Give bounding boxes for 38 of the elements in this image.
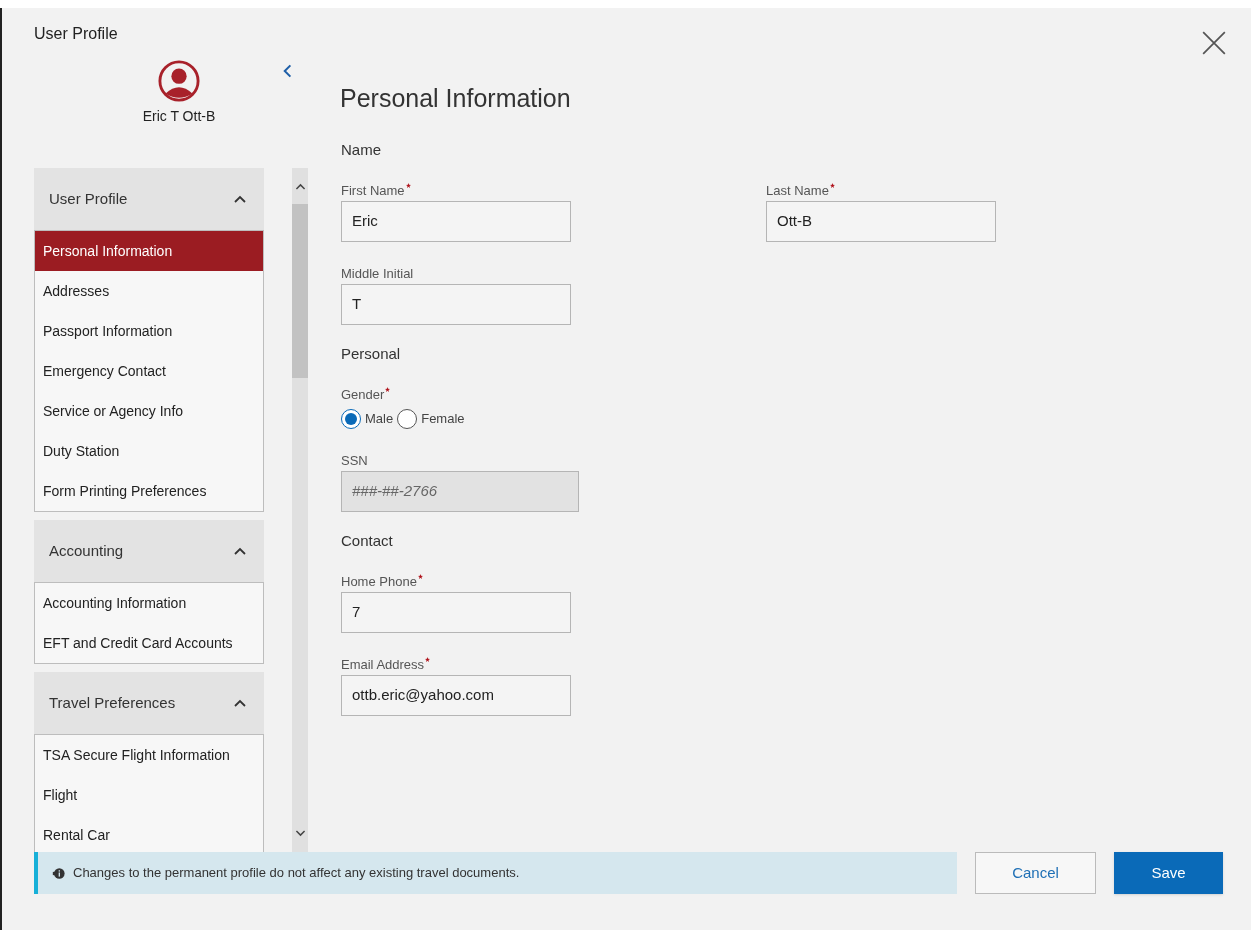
save-button[interactable]: Save: [1114, 852, 1223, 894]
sidebar-item[interactable]: Form Printing Preferences: [35, 471, 263, 511]
group-heading: Contact: [341, 530, 394, 551]
field-label: SSN: [341, 452, 368, 470]
sidebar-item[interactable]: Personal Information: [35, 231, 263, 271]
sidebar-item[interactable]: Service or Agency Info: [35, 391, 263, 431]
sidebar-item[interactable]: TSA Secure Flight Information: [35, 735, 263, 775]
input-field[interactable]: T: [341, 284, 571, 325]
sidebar-item[interactable]: Passport Information: [35, 311, 263, 351]
info-message: Changes to the permanent profile do not affect any existing travel documents.: [73, 864, 520, 883]
field-label: Middle Initial: [341, 265, 414, 283]
input-field[interactable]: 7: [341, 592, 571, 633]
sidebar-item[interactable]: EFT and Credit Card Accounts: [35, 623, 263, 663]
sidebar-item[interactable]: Accounting Information: [35, 583, 263, 623]
user-name: Eric T Ott-B: [142, 107, 216, 126]
section-header[interactable]: User Profile: [34, 168, 264, 230]
input-field[interactable]: Eric: [341, 201, 571, 242]
sidebar-item[interactable]: Emergency Contact: [35, 351, 263, 391]
sidebar-item[interactable]: Addresses: [35, 271, 263, 311]
sidebar-item[interactable]: Rental Car: [35, 815, 263, 852]
group-heading: Personal: [341, 343, 402, 364]
input-field[interactable]: ottb.eric@yahoo.com: [341, 675, 571, 716]
sidebar-item[interactable]: Duty Station: [35, 431, 263, 471]
dialog-title: User Profile: [34, 24, 119, 44]
group-heading: Name: [341, 139, 382, 160]
field-label: Home Phone: [341, 573, 417, 591]
field-label: Gender: [341, 386, 385, 404]
field-label: First Name: [341, 182, 405, 200]
cancel-button[interactable]: Cancel: [975, 852, 1096, 894]
radio-label: Male: [365, 410, 394, 429]
field-label: Last Name: [766, 182, 829, 200]
section-header[interactable]: Travel Preferences: [34, 672, 264, 734]
page-heading: Personal Information: [340, 83, 571, 114]
sidebar-item[interactable]: Flight: [35, 775, 263, 815]
section-header[interactable]: Accounting: [34, 520, 264, 582]
radio-label: Female: [421, 410, 465, 429]
input-field[interactable]: Ott-B: [766, 201, 996, 242]
field-label: Email Address: [341, 656, 425, 674]
